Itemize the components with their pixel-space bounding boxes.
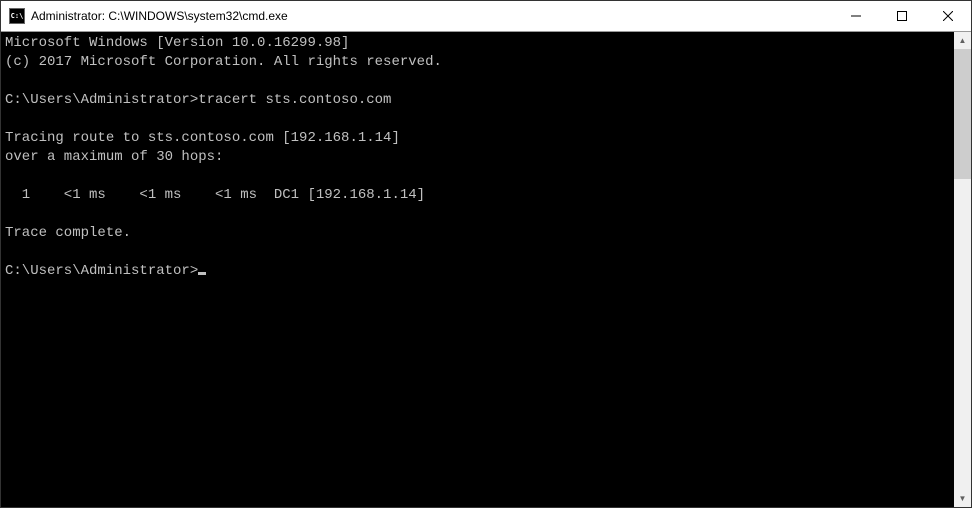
- scroll-down-arrow[interactable]: ▼: [954, 490, 971, 507]
- minimize-button[interactable]: [833, 1, 879, 31]
- cursor: [198, 272, 206, 275]
- window-title: Administrator: C:\WINDOWS\system32\cmd.e…: [31, 9, 833, 23]
- line: Tracing route to sts.contoso.com [192.16…: [5, 130, 400, 146]
- line: (c) 2017 Microsoft Corporation. All righ…: [5, 54, 442, 70]
- line: Microsoft Windows [Version 10.0.16299.98…: [5, 35, 349, 51]
- maximize-button[interactable]: [879, 1, 925, 31]
- vertical-scrollbar[interactable]: ▲ ▼: [954, 32, 971, 507]
- line: over a maximum of 30 hops:: [5, 149, 223, 165]
- close-button[interactable]: [925, 1, 971, 31]
- minimize-icon: [851, 11, 861, 21]
- scroll-up-arrow[interactable]: ▲: [954, 32, 971, 49]
- close-icon: [943, 11, 953, 21]
- maximize-icon: [897, 11, 907, 21]
- terminal-area: Microsoft Windows [Version 10.0.16299.98…: [1, 32, 971, 507]
- scroll-thumb[interactable]: [954, 49, 971, 179]
- line: Trace complete.: [5, 225, 131, 241]
- scroll-track[interactable]: [954, 49, 971, 490]
- line: C:\Users\Administrator>tracert sts.conto…: [5, 92, 391, 108]
- terminal-output[interactable]: Microsoft Windows [Version 10.0.16299.98…: [1, 32, 954, 507]
- window-controls: [833, 1, 971, 31]
- line: 1 <1 ms <1 ms <1 ms DC1 [192.168.1.14]: [5, 187, 425, 203]
- prompt-line: C:\Users\Administrator>: [5, 263, 198, 279]
- cmd-icon: C:\: [9, 8, 25, 24]
- window-titlebar: C:\ Administrator: C:\WINDOWS\system32\c…: [1, 1, 971, 32]
